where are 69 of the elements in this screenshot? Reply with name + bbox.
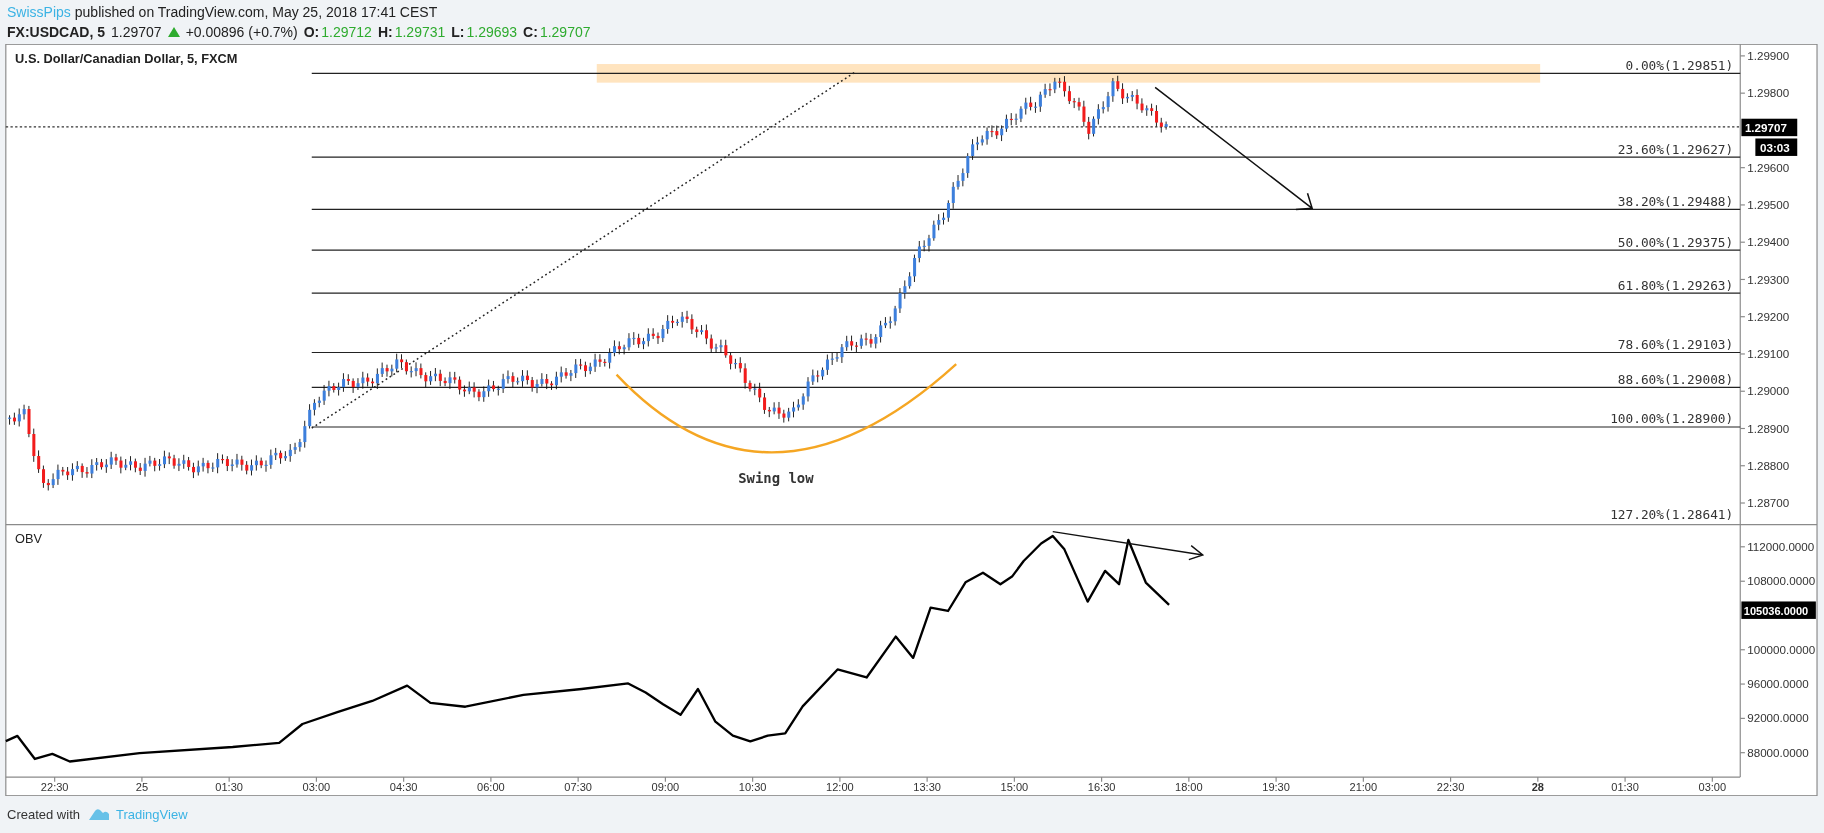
time-axis-label: 01:30 <box>1611 781 1639 794</box>
time-axis-label: 07:30 <box>564 781 592 794</box>
time-axis-label: 04:30 <box>389 781 418 794</box>
last-price: 1.29707 <box>111 22 162 42</box>
fib-level-label: 23.60%(1.29627) <box>1617 141 1734 157</box>
obv-axis-label: 100000.0000 <box>1747 642 1816 656</box>
obv-axis-label: 108000.0000 <box>1747 574 1816 588</box>
time-axis-label: 21:00 <box>1349 781 1378 794</box>
ohlc-value: 1.29693 <box>466 22 518 42</box>
ohlc-label: C: <box>523 22 538 42</box>
fib-level-label: 38.20%(1.29488) <box>1617 193 1734 209</box>
time-axis-label: 03:00 <box>302 781 331 794</box>
obv-axis-label: 88000.0000 <box>1747 745 1809 759</box>
tradingview-link[interactable]: TradingView <box>88 804 188 825</box>
author-link[interactable]: SwissPips <box>7 1 71 23</box>
symbol-label: FX:USDCAD, 5 <box>7 22 105 42</box>
obv-axis-label: 112000.0000 <box>1747 539 1815 553</box>
price-axis-label: 1.28700 <box>1747 496 1790 510</box>
time-axis-label: 15:00 <box>1000 781 1029 794</box>
time-axis-label: 09:00 <box>651 781 680 794</box>
price-axis-label: 1.29000 <box>1747 384 1790 398</box>
fib-level-label: 100.00%(1.28900) <box>1610 411 1734 427</box>
time-axis-label: 25 <box>135 781 149 794</box>
price-axis-label: 1.29300 <box>1747 272 1790 286</box>
fib-level-label: 127.20%(1.28641) <box>1610 506 1734 522</box>
price-axis-label: 1.29800 <box>1747 86 1790 100</box>
price-axis-label: 1.29200 <box>1747 309 1790 323</box>
fib-level-label: 78.60%(1.29103) <box>1617 337 1734 353</box>
published-info: published on TradingView.com, May 25, 2018 17:41 CEST <box>74 2 438 22</box>
fib-level-label: 88.60%(1.29008) <box>1617 371 1734 387</box>
ohlc-label: L: <box>451 22 465 42</box>
indicator-title: OBV <box>15 531 43 547</box>
time-axis-label: 18:00 <box>1175 781 1203 794</box>
ohlc-label: O: <box>303 22 320 42</box>
countdown-label: 03:03 <box>1760 140 1790 154</box>
ohlc-value: 1.29707 <box>539 22 591 42</box>
fib-level-label: 61.80%(1.29263) <box>1617 277 1734 293</box>
time-axis-label: 22:30 <box>40 781 69 794</box>
price-axis-label: 1.29600 <box>1747 160 1790 174</box>
ohlc-value: 1.29731 <box>394 22 446 42</box>
last-price-label: 1.29707 <box>1744 121 1787 135</box>
fib-level-label: 50.00%(1.29375) <box>1617 234 1734 250</box>
footer-text: Created with <box>7 805 80 824</box>
cloud-logo-icon <box>88 808 110 821</box>
price-axis-label: 1.29400 <box>1747 235 1790 249</box>
swing-low-label: Swing low <box>738 469 814 486</box>
fib-level-label: 0.00%(1.29851) <box>1625 57 1734 73</box>
time-axis-label: 13:30 <box>913 781 941 794</box>
price-axis-label: 1.29100 <box>1747 347 1790 361</box>
time-axis-label: 28 <box>1531 781 1544 794</box>
time-axis-label: 19:30 <box>1262 781 1290 794</box>
time-axis-label: 01:30 <box>215 781 243 794</box>
time-axis-label: 03:00 <box>1698 781 1727 794</box>
time-axis-label: 16:30 <box>1087 781 1116 794</box>
time-axis-label: 12:00 <box>826 781 854 794</box>
price-change: +0.00896 (+0.7%) <box>185 22 298 42</box>
time-axis-label: 22:30 <box>1436 781 1465 794</box>
price-axis-label: 1.29500 <box>1747 198 1790 211</box>
price-axis-label: 1.29900 <box>1747 48 1790 62</box>
time-axis-label: 10:30 <box>738 781 767 794</box>
ohlc-label: H: <box>377 22 393 42</box>
price-axis-label: 1.28900 <box>1747 421 1790 435</box>
chart-title: U.S. Dollar/Canadian Dollar, 5, FXCM <box>15 50 238 66</box>
price-axis-label: 1.28800 <box>1747 458 1790 472</box>
obv-value-label: 105036.0000 <box>1743 604 1809 617</box>
ohlc-value: 1.29712 <box>321 22 372 42</box>
obv-axis-label: 96000.0000 <box>1747 677 1809 691</box>
time-axis-label: 06:00 <box>477 781 505 794</box>
obv-axis-label: 92000.0000 <box>1747 711 1809 725</box>
